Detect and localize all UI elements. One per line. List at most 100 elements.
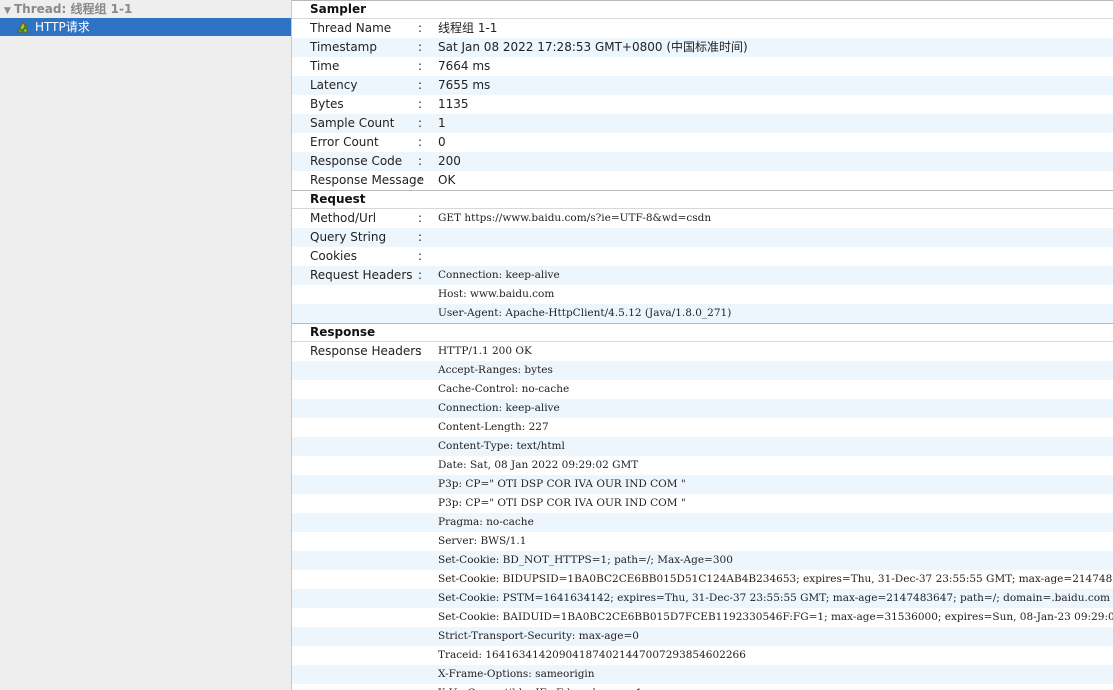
field-colon: :: [418, 249, 423, 263]
field-value: Content-Type: text/html: [438, 440, 565, 452]
detail-row: Cache-Control: no-cache: [292, 380, 1113, 399]
field-value: X-Frame-Options: sameorigin: [438, 668, 595, 680]
field-colon: :: [418, 135, 423, 149]
detail-row: X-Ua-Compatible: IE=Edge,chrome=1: [292, 684, 1113, 690]
field-value: 1: [438, 116, 446, 130]
detail-row: Traceid: 1641634142090418740214470072938…: [292, 646, 1113, 665]
field-colon: :: [418, 78, 423, 92]
field-label: Sample Count: [310, 116, 395, 130]
detail-row: Strict-Transport-Security: max-age=0: [292, 627, 1113, 646]
results-tree: ▼ Thread: 线程组 1-1 HTTP请求: [0, 0, 292, 690]
field-value: Set-Cookie: BD_NOT_HTTPS=1; path=/; Max-…: [438, 554, 733, 566]
detail-row: Set-Cookie: PSTM=1641634142; expires=Thu…: [292, 589, 1113, 608]
field-value: X-Ua-Compatible: IE=Edge,chrome=1: [438, 684, 642, 690]
field-colon: :: [418, 268, 423, 282]
field-value: Host: www.baidu.com: [438, 288, 555, 300]
detail-row: Time: 7664 ms: [292, 57, 1113, 76]
field-label: Response Message: [310, 173, 425, 187]
field-value: Sat Jan 08 2022 17:28:53 GMT+0800 (中国标准时…: [438, 40, 748, 54]
detail-row: Error Count: 0: [292, 133, 1113, 152]
expand-triangle-icon[interactable]: ▼: [4, 2, 14, 20]
field-colon: :: [418, 21, 423, 35]
detail-row: Content-Type: text/html: [292, 437, 1113, 456]
field-label: Error Count: [310, 135, 379, 149]
sampler-success-icon: [16, 20, 30, 34]
detail-row: Cookies:: [292, 247, 1113, 266]
request-table: Method/Url: GET https://www.baidu.com/s?i…: [292, 209, 1113, 323]
field-label: Thread Name: [310, 21, 392, 35]
field-value: Set-Cookie: BIDUPSID=1BA0BC2CE6BB015D51C…: [438, 573, 1113, 585]
detail-row: Pragma: no-cache: [292, 513, 1113, 532]
field-value: Date: Sat, 08 Jan 2022 09:29:02 GMT: [438, 459, 639, 471]
detail-row: Thread Name: 线程组 1-1: [292, 19, 1113, 38]
field-label: Cookies: [310, 249, 357, 263]
field-label: Latency: [310, 78, 358, 92]
field-value: OK: [438, 173, 456, 187]
field-value: Traceid: 1641634142090418740214470072938…: [438, 649, 746, 661]
field-value: 200: [438, 154, 461, 168]
tree-node-http-request[interactable]: HTTP请求: [0, 18, 291, 36]
detail-row: Response Code: 200: [292, 152, 1113, 171]
field-label: Query String: [310, 230, 387, 244]
field-value: User-Agent: Apache-HttpClient/4.5.12 (Ja…: [438, 307, 732, 319]
sample-result-panel: Sampler Thread Name: 线程组 1-1 Timestamp: Sat…: [292, 0, 1113, 690]
field-label: Timestamp: [310, 40, 377, 54]
field-value: Server: BWS/1.1: [438, 535, 527, 547]
field-value: Content-Length: 227: [438, 421, 549, 433]
field-colon: :: [418, 173, 423, 187]
field-label: Response Code: [310, 154, 403, 168]
detail-row: Host: www.baidu.com: [292, 285, 1113, 304]
field-value: Accept-Ranges: bytes: [438, 364, 553, 376]
tree-node-http-request-label: HTTP请求: [35, 20, 90, 34]
detail-row: Set-Cookie: BAIDUID=1BA0BC2CE6BB015D7FCE…: [292, 608, 1113, 627]
field-value: Set-Cookie: PSTM=1641634142; expires=Thu…: [438, 592, 1110, 604]
field-value: Pragma: no-cache: [438, 516, 534, 528]
field-label: Response Headers: [310, 344, 422, 358]
field-colon: :: [418, 59, 423, 73]
detail-row: User-Agent: Apache-HttpClient/4.5.12 (Ja…: [292, 304, 1113, 323]
field-value: HTTP/1.1 200 OK: [438, 345, 532, 357]
field-colon: :: [418, 211, 423, 225]
field-colon: :: [418, 154, 423, 168]
detail-row: Request Headers: Connection: keep-alive: [292, 266, 1113, 285]
field-value: 7655 ms: [438, 78, 491, 92]
field-label: Request Headers: [310, 268, 413, 282]
section-request-header: Request: [292, 190, 1113, 209]
detail-row: X-Frame-Options: sameorigin: [292, 665, 1113, 684]
detail-row: Response Headers: HTTP/1.1 200 OK: [292, 342, 1113, 361]
detail-row: Set-Cookie: BD_NOT_HTTPS=1; path=/; Max-…: [292, 551, 1113, 570]
field-value: Connection: keep-alive: [438, 402, 560, 414]
detail-row: Content-Length: 227: [292, 418, 1113, 437]
field-label: Time: [310, 59, 340, 73]
detail-row: P3p: CP=" OTI DSP COR IVA OUR IND COM ": [292, 475, 1113, 494]
field-value: 0: [438, 135, 446, 149]
detail-row: Connection: keep-alive: [292, 399, 1113, 418]
field-value: Connection: keep-alive: [438, 269, 560, 281]
detail-row: Set-Cookie: BIDUPSID=1BA0BC2CE6BB015D51C…: [292, 570, 1113, 589]
detail-row: P3p: CP=" OTI DSP COR IVA OUR IND COM ": [292, 494, 1113, 513]
field-value: Set-Cookie: BAIDUID=1BA0BC2CE6BB015D7FCE…: [438, 611, 1113, 623]
field-value: 线程组 1-1: [438, 21, 498, 35]
detail-row: Timestamp: Sat Jan 08 2022 17:28:53 GMT+0…: [292, 38, 1113, 57]
detail-row: Accept-Ranges: bytes: [292, 361, 1113, 380]
field-colon: :: [418, 97, 423, 111]
field-value: P3p: CP=" OTI DSP COR IVA OUR IND COM ": [438, 497, 686, 509]
field-label: Bytes: [310, 97, 344, 111]
field-value: 7664 ms: [438, 59, 491, 73]
field-value: Strict-Transport-Security: max-age=0: [438, 630, 639, 642]
detail-row: Sample Count: 1: [292, 114, 1113, 133]
field-value: Cache-Control: no-cache: [438, 383, 570, 395]
field-colon: :: [418, 230, 423, 244]
tree-node-thread[interactable]: ▼ Thread: 线程组 1-1: [0, 0, 291, 18]
sampler-table: Thread Name: 线程组 1-1 Timestamp: Sat Jan 08 …: [292, 19, 1113, 190]
field-value: P3p: CP=" OTI DSP COR IVA OUR IND COM ": [438, 478, 686, 490]
detail-row: Response Message: OK: [292, 171, 1113, 190]
detail-row: Bytes: 1135: [292, 95, 1113, 114]
field-label: Method/Url: [310, 211, 377, 225]
field-value: GET https://www.baidu.com/s?ie=UTF-8&wd=…: [438, 212, 712, 224]
field-colon: :: [418, 116, 423, 130]
section-response-header: Response: [292, 323, 1113, 342]
detail-row: Method/Url: GET https://www.baidu.com/s?i…: [292, 209, 1113, 228]
detail-row: Date: Sat, 08 Jan 2022 09:29:02 GMT: [292, 456, 1113, 475]
field-colon: :: [418, 344, 423, 358]
